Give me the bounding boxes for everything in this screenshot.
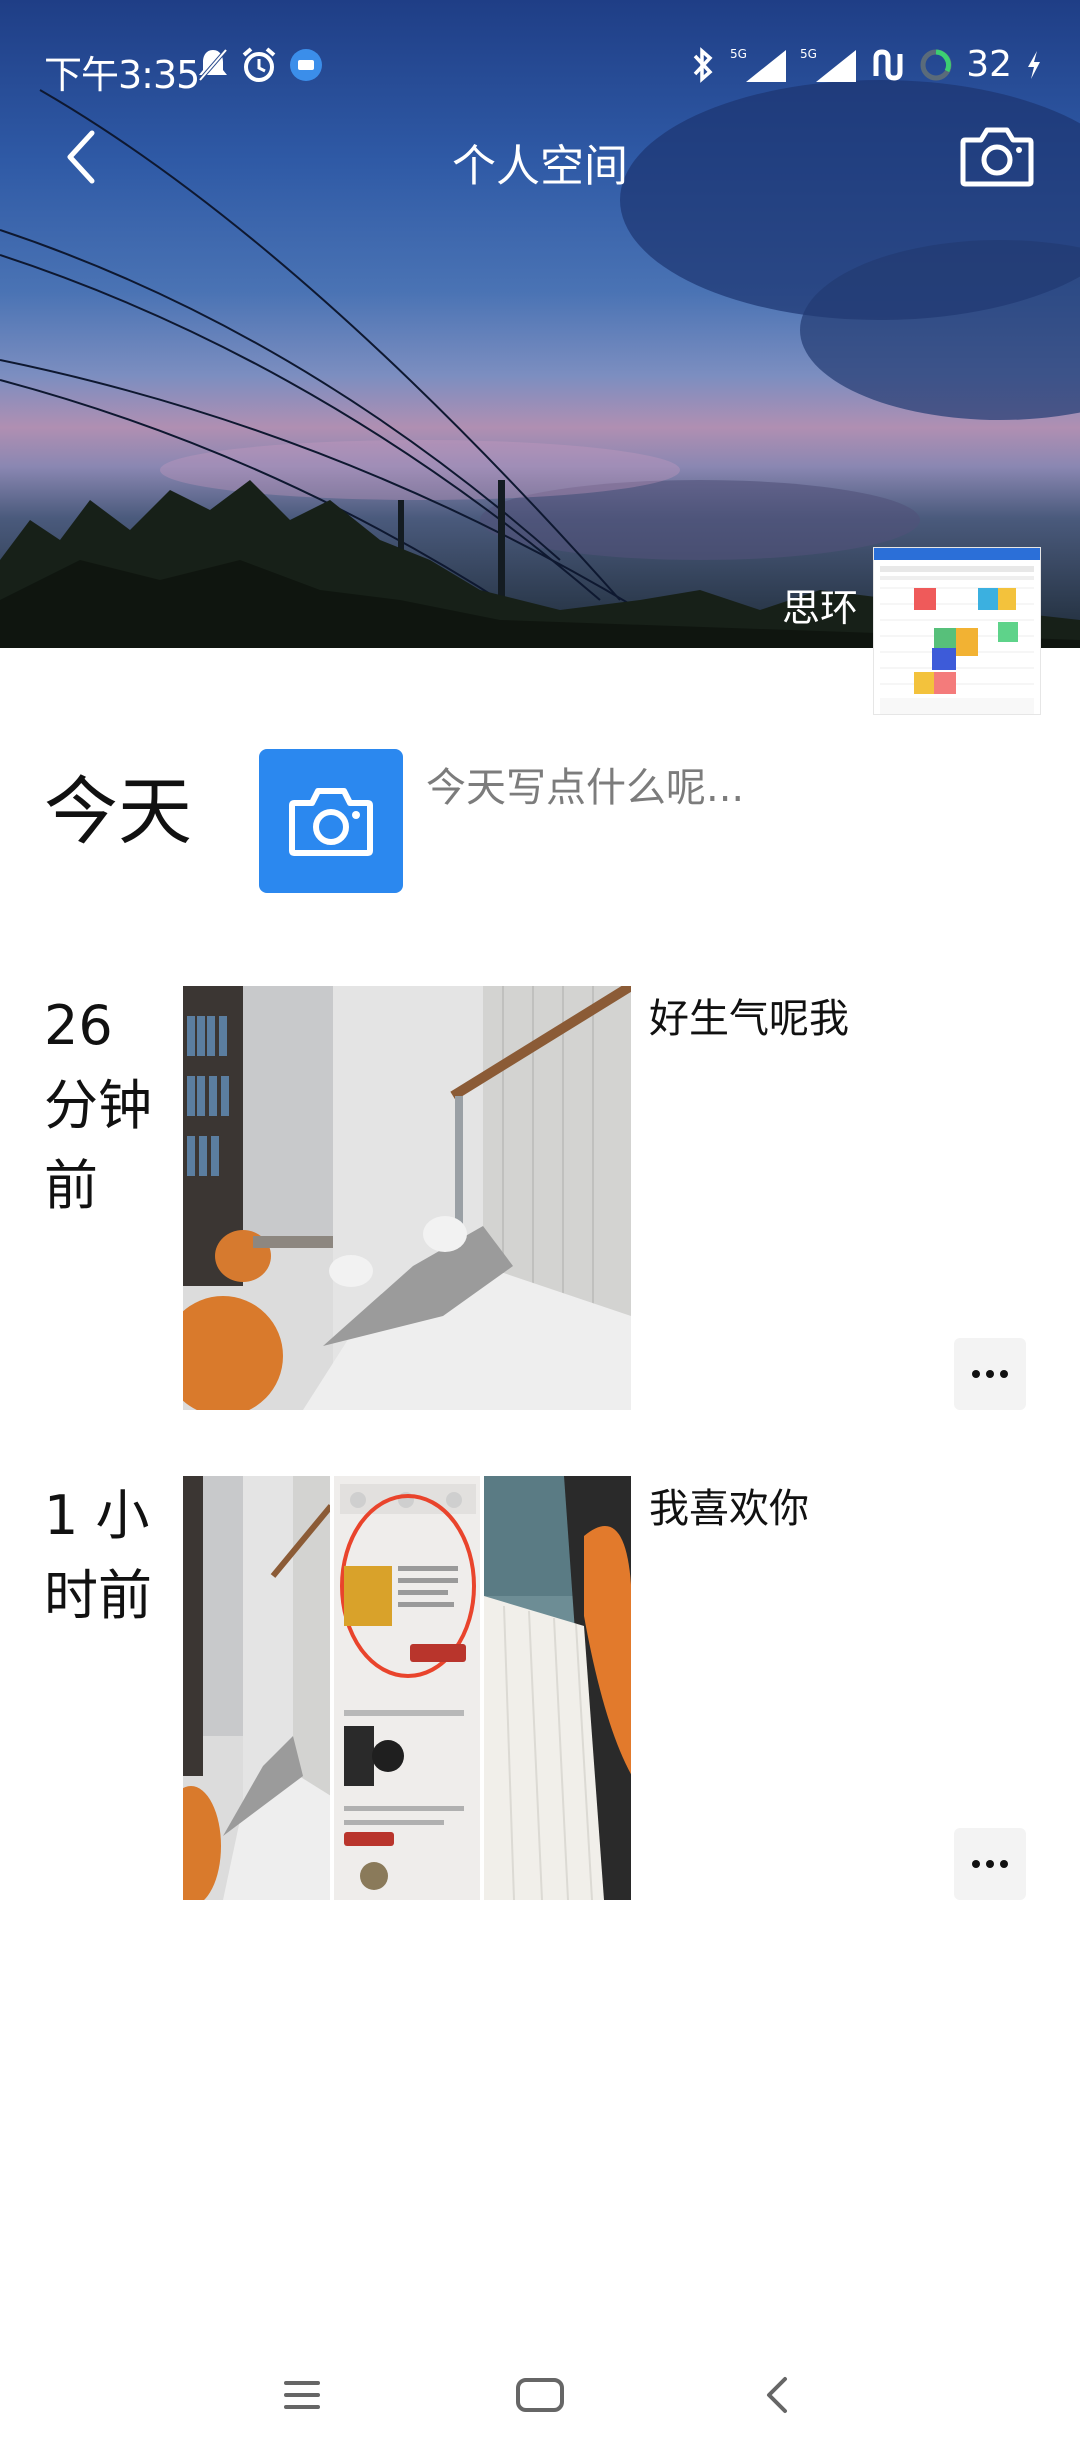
status-bar: 下午3:35 5G 5G 32 (0, 40, 1080, 97)
nav-menu-button[interactable] (262, 2360, 342, 2430)
post-photo (183, 1476, 330, 1900)
more-icon (972, 1370, 1008, 1378)
alarm-icon (242, 47, 276, 82)
profile-nickname[interactable]: 思环 (782, 577, 858, 632)
camera-icon (289, 788, 373, 856)
post-photo (333, 1476, 481, 1900)
post-images[interactable] (183, 1476, 632, 1900)
post-time: 1 小 时前 (44, 1484, 152, 1627)
post-image[interactable] (333, 1476, 481, 1900)
top-bar: 个人空间 (0, 118, 1080, 198)
signal-5g-icon: 5G (730, 47, 787, 82)
home-icon (516, 2378, 564, 2412)
status-time: 下午3:35 (44, 53, 200, 97)
compose-input[interactable] (426, 758, 986, 818)
back-icon (767, 2377, 787, 2413)
post-photo-button[interactable] (259, 749, 403, 893)
post-images[interactable] (183, 986, 631, 1410)
status-right-icons: 5G 5G 32 (688, 44, 1044, 85)
system-nav-bar (0, 2350, 1080, 2440)
post-item[interactable]: 1 小 时前 我喜欢你 (0, 1476, 1080, 1900)
more-button[interactable] (954, 1828, 1026, 1900)
sync-icon (873, 48, 903, 81)
more-button[interactable] (954, 1338, 1026, 1410)
nav-home-button[interactable] (500, 2360, 580, 2430)
battery-level: 32 (966, 44, 1012, 85)
charging-icon (1028, 50, 1040, 79)
camera-icon (960, 127, 1034, 187)
today-label: 今天 (44, 770, 192, 853)
page-title: 个人空间 (452, 141, 628, 192)
signal-5g-icon: 5G (800, 47, 857, 82)
more-icon (972, 1860, 1008, 1868)
status-left-icons (196, 46, 324, 84)
svg-text:5G: 5G (730, 47, 747, 61)
post-item[interactable]: 26 分钟 前 好生气呢我 (0, 986, 1080, 1410)
avatar-image (874, 548, 1040, 714)
svg-text:5G: 5G (800, 47, 817, 61)
post-image[interactable] (183, 1476, 330, 1900)
battery-ring-icon (920, 49, 952, 80)
avatar[interactable] (874, 548, 1040, 714)
bluetooth-icon (693, 46, 713, 83)
post-image[interactable] (183, 986, 631, 1410)
post-caption: 好生气呢我 (649, 996, 849, 1042)
post-time: 26 分钟 前 (44, 994, 152, 1217)
mute-icon (198, 48, 228, 82)
app-notification-icon (290, 49, 322, 81)
post-caption: 我喜欢你 (649, 1486, 809, 1532)
menu-icon (284, 2381, 320, 2409)
post-photo (484, 1476, 632, 1900)
nav-back-button[interactable] (738, 2360, 818, 2430)
post-image[interactable] (484, 1476, 632, 1900)
post-photo (183, 986, 631, 1410)
cover-camera-button[interactable] (954, 118, 1040, 194)
